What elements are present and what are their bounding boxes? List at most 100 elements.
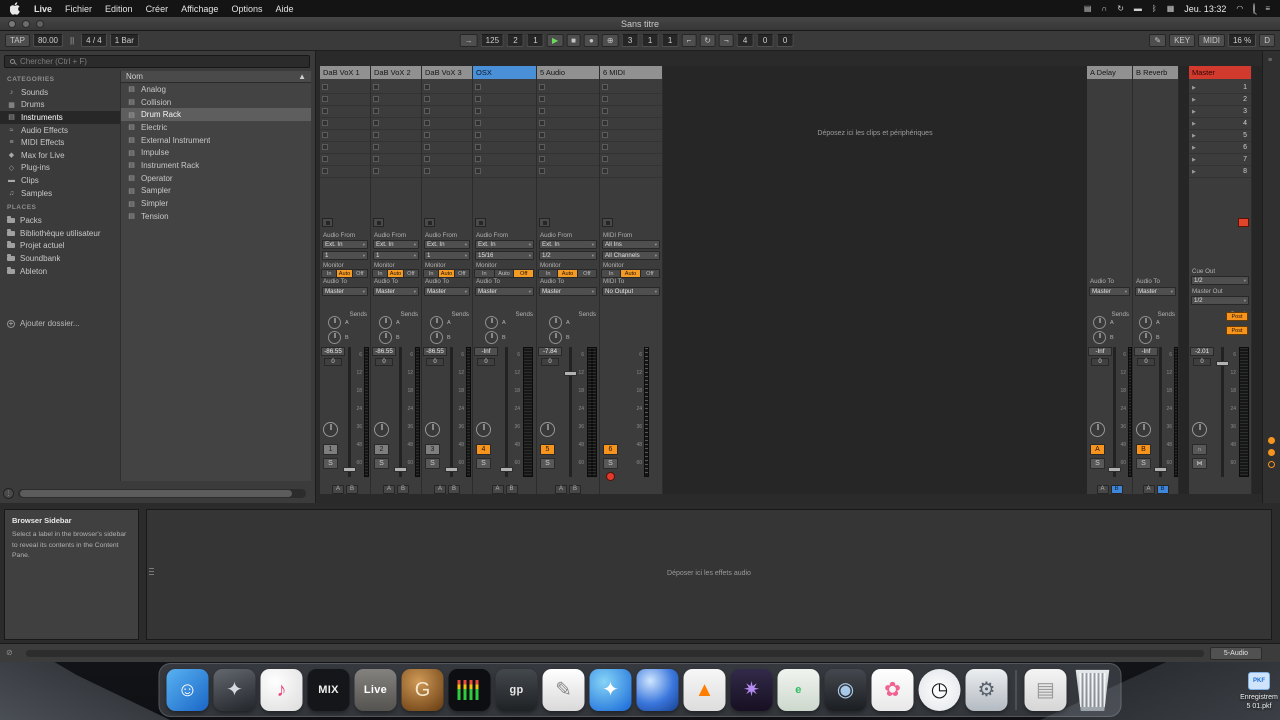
- monitor-auto-button[interactable]: Auto: [438, 269, 455, 278]
- volume-field[interactable]: -7.84: [538, 347, 562, 356]
- crossfade-b-button[interactable]: B: [1156, 484, 1169, 494]
- volume-fader[interactable]: [1221, 347, 1224, 477]
- scene-launch-icon[interactable]: ▶: [1192, 121, 1196, 127]
- clip-stop-button[interactable]: [539, 120, 545, 126]
- track-header-b-reverb[interactable]: B Reverb: [1133, 66, 1178, 79]
- solo-button[interactable]: S: [476, 458, 491, 469]
- volume-fader[interactable]: [569, 347, 572, 477]
- volume-fader[interactable]: [399, 347, 402, 477]
- menu-live[interactable]: Live: [34, 4, 52, 14]
- browser-resize-handle[interactable]: ⋮: [3, 488, 14, 499]
- clip-slot[interactable]: [320, 82, 370, 94]
- quantize-menu[interactable]: 1 Bar: [109, 34, 139, 47]
- clip-slot[interactable]: [320, 106, 370, 118]
- clip-slot[interactable]: [473, 82, 536, 94]
- peak-level-field[interactable]: 0: [375, 358, 393, 366]
- clip-slot[interactable]: [537, 142, 599, 154]
- peak-level-field[interactable]: 0: [1137, 358, 1155, 366]
- clip-slot[interactable]: [320, 118, 370, 130]
- menu-fichier[interactable]: Fichier: [65, 4, 92, 14]
- dock-trash-icon[interactable]: [1075, 669, 1110, 711]
- sidebar-place-soundbank[interactable]: Soundbank: [0, 252, 120, 265]
- scene-launch-icon[interactable]: ▶: [1192, 145, 1196, 151]
- send-b-knob[interactable]: [430, 331, 443, 344]
- volume-field[interactable]: -Inf: [474, 347, 498, 356]
- clip-slot[interactable]: [422, 118, 472, 130]
- clip-slot[interactable]: [537, 130, 599, 142]
- clip-slot[interactable]: [422, 166, 472, 178]
- fader-handle[interactable]: [394, 467, 407, 472]
- headphones-icon[interactable]: ∩: [1101, 4, 1107, 13]
- clip-stop-button[interactable]: [475, 132, 481, 138]
- clip-slot[interactable]: [320, 154, 370, 166]
- monitor-auto-button[interactable]: Auto: [557, 269, 578, 278]
- send-b-knob[interactable]: [485, 331, 498, 344]
- clip-drop-area[interactable]: Déposez ici les clips et périphériques: [663, 66, 1087, 494]
- clip-slot[interactable]: [600, 166, 662, 178]
- clip-slot[interactable]: [422, 130, 472, 142]
- track-activator[interactable]: 2: [374, 444, 389, 455]
- scene-slot[interactable]: ▶ 2: [1189, 94, 1251, 106]
- clip-slot[interactable]: [473, 166, 536, 178]
- cue-out-chooser[interactable]: 1/2 ▾: [1191, 276, 1249, 285]
- clip-stop-button[interactable]: [322, 156, 328, 162]
- list-item-external-instrument[interactable]: ▤ External Instrument: [121, 134, 311, 147]
- input-type-chooser[interactable]: Ext. In ▾: [373, 240, 419, 249]
- clip-stop-button[interactable]: [475, 108, 481, 114]
- input-type-chooser[interactable]: Ext. In ▾: [322, 240, 368, 249]
- pan-knob[interactable]: [374, 422, 389, 437]
- clip-slot[interactable]: [320, 130, 370, 142]
- track-activator[interactable]: 5: [540, 444, 555, 455]
- clip-slot[interactable]: [537, 106, 599, 118]
- loop-button[interactable]: ↻: [699, 34, 716, 47]
- send-b-knob[interactable]: [1139, 331, 1152, 344]
- list-item-simpler[interactable]: ▤ Simpler: [121, 197, 311, 210]
- scene-launch-icon[interactable]: ▶: [1192, 157, 1196, 163]
- clip-slot[interactable]: [422, 82, 472, 94]
- keyboard-icon[interactable]: ▦: [1167, 4, 1175, 13]
- track-stop-button[interactable]: [602, 218, 613, 227]
- sidebar-place-projet-actuel[interactable]: Projet actuel: [0, 240, 120, 253]
- punch-in-button[interactable]: ⌐: [681, 34, 697, 47]
- monitor-auto-button[interactable]: Auto: [387, 269, 404, 278]
- pan-knob[interactable]: [1136, 422, 1151, 437]
- loop-length-sixteenths-field[interactable]: 0: [776, 34, 794, 47]
- monitor-in-button[interactable]: In: [372, 269, 389, 278]
- clip-stop-button[interactable]: [539, 168, 545, 174]
- track-header-a-delay[interactable]: A Delay: [1087, 66, 1132, 79]
- clip-slot[interactable]: [473, 118, 536, 130]
- crossfade-a-button[interactable]: A: [383, 484, 395, 494]
- follow-button[interactable]: →: [459, 34, 478, 47]
- overdub-button[interactable]: ⊕: [601, 34, 619, 47]
- clip-stop-button[interactable]: [475, 156, 481, 162]
- list-item-instrument-rack[interactable]: ▤ Instrument Rack: [121, 159, 311, 172]
- scene-launch-icon[interactable]: ▶: [1192, 97, 1196, 103]
- scene-launch-icon[interactable]: ▶: [1192, 85, 1196, 91]
- clip-slot[interactable]: [473, 106, 536, 118]
- content-header-row[interactable]: Nom ▲: [121, 71, 311, 83]
- dock-itunes-icon[interactable]: ♪: [260, 669, 303, 711]
- send-b-knob[interactable]: [379, 331, 392, 344]
- crossfade-b-button[interactable]: B: [448, 484, 460, 494]
- volume-fader[interactable]: [450, 347, 453, 477]
- monitor-off-button[interactable]: Off: [639, 269, 660, 278]
- track-header-dab-vox-2[interactable]: DaB VoX 2: [371, 66, 421, 79]
- clip-slot[interactable]: [320, 142, 370, 154]
- arm-button[interactable]: [606, 472, 615, 481]
- input-type-chooser[interactable]: Ext. In ▾: [424, 240, 470, 249]
- sidebar-item-plug-ins[interactable]: ◇ Plug-ins: [0, 162, 120, 175]
- volume-fader[interactable]: [348, 347, 351, 477]
- clip-stop-button[interactable]: [322, 132, 328, 138]
- device-detail-view[interactable]: Déposer ici les effets audio: [146, 509, 1272, 640]
- clip-stop-button[interactable]: [602, 168, 608, 174]
- clip-stop-button[interactable]: [424, 144, 430, 150]
- crossfade-a-button[interactable]: A: [434, 484, 446, 494]
- crossfade-b-button[interactable]: B: [569, 484, 581, 494]
- stop-all-clips-button[interactable]: [1238, 218, 1249, 227]
- clip-slot[interactable]: [371, 130, 421, 142]
- sidebar-item-sounds[interactable]: ♪ Sounds: [0, 86, 120, 99]
- clip-slot[interactable]: [537, 82, 599, 94]
- volume-field[interactable]: -86.55: [372, 347, 396, 356]
- fader-handle[interactable]: [1154, 467, 1167, 472]
- input-type-chooser[interactable]: Ext. In ▾: [475, 240, 534, 249]
